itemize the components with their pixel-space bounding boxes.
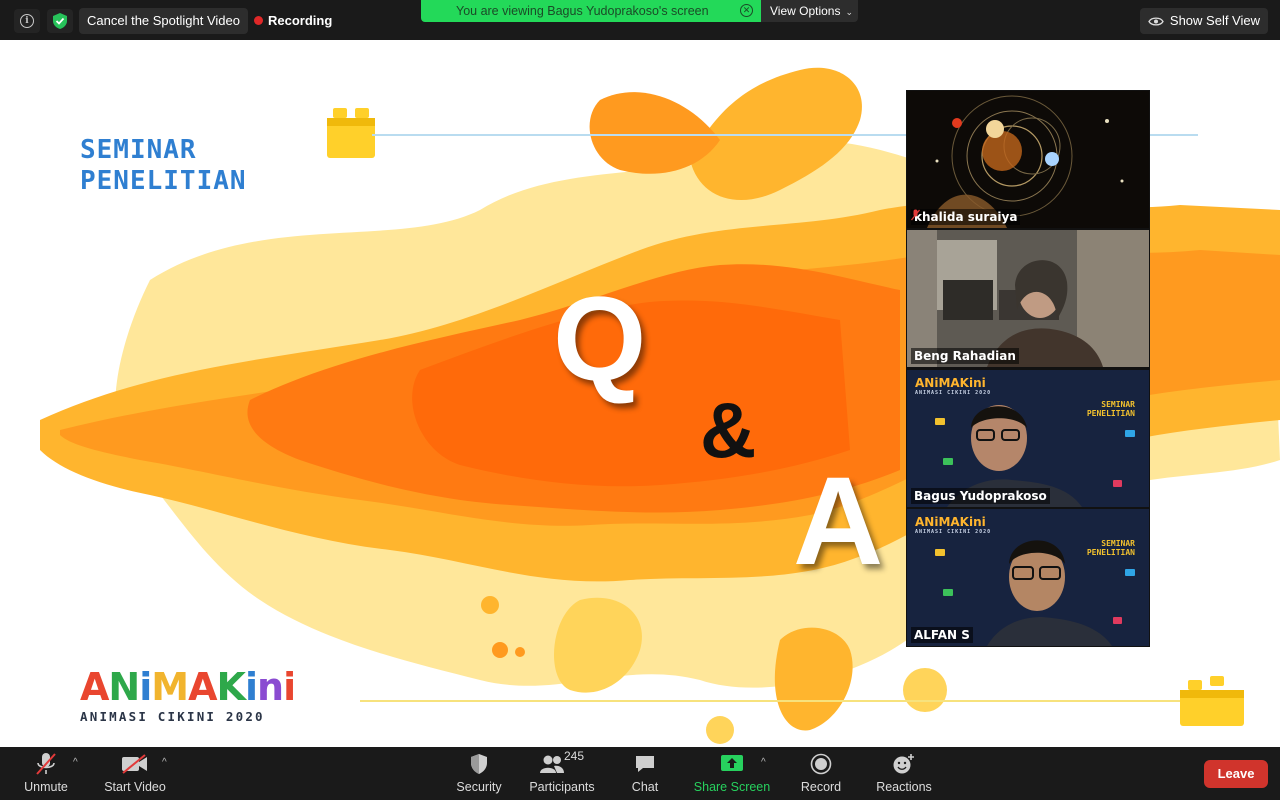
chat-button[interactable]: Chat <box>622 747 668 800</box>
tile-brand-subtitle: ANIMASI CIKINI 2020 <box>915 529 992 535</box>
record-dot-icon <box>254 16 263 25</box>
participants-label: Participants <box>529 780 595 794</box>
tile-brand-logo: ANiMAKini <box>915 376 986 390</box>
tile-name-alfan: ALFAN S <box>911 627 973 643</box>
meeting-toolbar: Unmute ^ Start Video ^ Security 245 Part… <box>0 747 1280 800</box>
recording-label: Recording <box>268 13 333 28</box>
reactions-label: Reactions <box>876 780 932 794</box>
reactions-button[interactable]: Reactions <box>872 747 936 800</box>
participants-count: 245 <box>564 749 585 763</box>
tile-brand-logo: ANiMAKini <box>915 515 986 529</box>
tile-brand-subtitle: ANIMASI CIKINI 2020 <box>915 390 992 396</box>
emoji-plus-icon <box>893 754 914 774</box>
viewing-screen-label: You are viewing Bagus Yudoprakoso's scre… <box>456 4 709 18</box>
participants-icon <box>540 755 564 773</box>
video-off-icon <box>122 754 147 774</box>
slide-title-line2: PENELITIAN <box>80 166 247 196</box>
view-options-label: View Options <box>770 4 841 18</box>
security-button[interactable]: Security <box>451 747 507 800</box>
record-label: Record <box>800 780 842 794</box>
recording-indicator[interactable]: Recording <box>254 13 332 28</box>
tile-name-label: ALFAN S <box>914 628 970 642</box>
tile-seminar-line1: SEMINAR <box>1101 539 1135 548</box>
logo-letter: i <box>244 665 258 709</box>
meeting-info-button[interactable]: i <box>14 9 40 33</box>
chat-label: Chat <box>631 780 659 794</box>
unmute-label: Unmute <box>24 780 68 794</box>
logo-letter: i <box>283 665 296 709</box>
chat-bubble-icon <box>636 756 654 772</box>
video-tile-alfan[interactable]: ANiMAKini ANIMASI CIKINI 2020 SEMINAR PE… <box>907 509 1149 646</box>
logo-letter: K <box>216 665 246 709</box>
viewing-screen-banner: You are viewing Bagus Yudoprakoso's scre… <box>421 0 761 22</box>
mic-muted-icon <box>36 753 56 775</box>
cancel-spotlight-button[interactable]: Cancel the Spotlight Video <box>79 8 248 34</box>
animakini-logo-subtitle: ANIMASI CIKINI 2020 <box>80 709 265 724</box>
view-options-dropdown[interactable]: View Options ⌄ <box>761 0 858 22</box>
chevron-down-icon: ⌄ <box>845 7 854 17</box>
share-options-chevron-icon[interactable]: ^ <box>761 757 766 768</box>
tile-name-khalida: khalida suraiya <box>911 209 1021 225</box>
logo-letter: A <box>188 665 217 709</box>
shield-check-icon <box>53 13 67 29</box>
logo-letter: M <box>151 665 189 709</box>
logo-letter: N <box>108 665 140 709</box>
video-tile-khalida[interactable]: khalida suraiya <box>907 91 1149 228</box>
show-self-view-button[interactable]: Show Self View <box>1139 8 1268 34</box>
participant-gallery: khalida suraiya Beng Rahadian ANiMAKini … <box>906 90 1150 647</box>
tile-seminar-line1: SEMINAR <box>1101 400 1135 409</box>
tile-seminar-line2: PENELITIAN <box>1086 409 1135 418</box>
meeting-top-bar: i Cancel the Spotlight Video Recording Y… <box>0 0 1280 40</box>
encryption-shield-button[interactable] <box>47 9 73 33</box>
mic-muted-icon <box>911 209 920 221</box>
shield-icon <box>471 754 487 774</box>
slide-ampersand: & <box>700 386 757 474</box>
logo-letter: n <box>257 665 284 709</box>
decor-line-bottom <box>360 700 1180 702</box>
record-button[interactable]: Record <box>796 747 846 800</box>
video-tile-bagus[interactable]: ANiMAKini ANIMASI CIKINI 2020 SEMINAR PE… <box>907 370 1149 507</box>
tile-name-label: Bagus Yudoprakoso <box>914 489 1047 503</box>
share-screen-arrow-icon <box>721 755 743 771</box>
start-video-button[interactable]: Start Video <box>100 747 170 800</box>
tile-name-label: khalida suraiya <box>914 210 1018 224</box>
record-icon <box>810 753 832 775</box>
logo-letter: A <box>80 665 109 709</box>
tile-name-label: Beng Rahadian <box>914 349 1016 363</box>
tile-seminar-line2: PENELITIAN <box>1086 548 1135 557</box>
video-options-chevron-icon[interactable]: ^ <box>162 757 167 768</box>
slide-title: SEMINAR PENELITIAN <box>80 135 247 197</box>
share-screen-label: Share Screen <box>693 780 771 794</box>
tile-name-bagus: Bagus Yudoprakoso <box>911 488 1050 504</box>
leave-meeting-button[interactable]: Leave <box>1204 760 1268 788</box>
tile-seminar-text: SEMINAR PENELITIAN <box>1087 539 1135 557</box>
slide-letter-q: Q <box>553 272 647 406</box>
slide-letter-a: A <box>793 452 884 591</box>
start-video-label: Start Video <box>104 780 166 794</box>
eye-icon <box>1148 16 1164 26</box>
info-icon: i <box>20 14 34 28</box>
lego-brick-bottom <box>1180 676 1244 726</box>
share-screen-button[interactable]: Share Screen <box>690 747 774 800</box>
webcam-feed-beng <box>907 230 1149 367</box>
cosmic-background-image <box>907 91 1149 228</box>
tile-name-beng: Beng Rahadian <box>911 348 1019 364</box>
logo-letter: i <box>139 665 152 709</box>
self-view-label: Show Self View <box>1169 13 1260 28</box>
video-tile-beng[interactable]: Beng Rahadian <box>907 230 1149 367</box>
slide-title-line1: SEMINAR <box>80 135 197 165</box>
participants-button[interactable]: 245 Participants <box>524 747 600 800</box>
stop-viewing-close-icon[interactable]: ✕ <box>740 4 753 17</box>
security-label: Security <box>456 780 502 794</box>
animakini-logo: ANiMAKini <box>80 665 296 709</box>
unmute-button[interactable]: Unmute <box>18 747 74 800</box>
tile-seminar-text: SEMINAR PENELITIAN <box>1087 400 1135 418</box>
lego-brick-top <box>327 108 375 158</box>
audio-options-chevron-icon[interactable]: ^ <box>73 757 78 768</box>
